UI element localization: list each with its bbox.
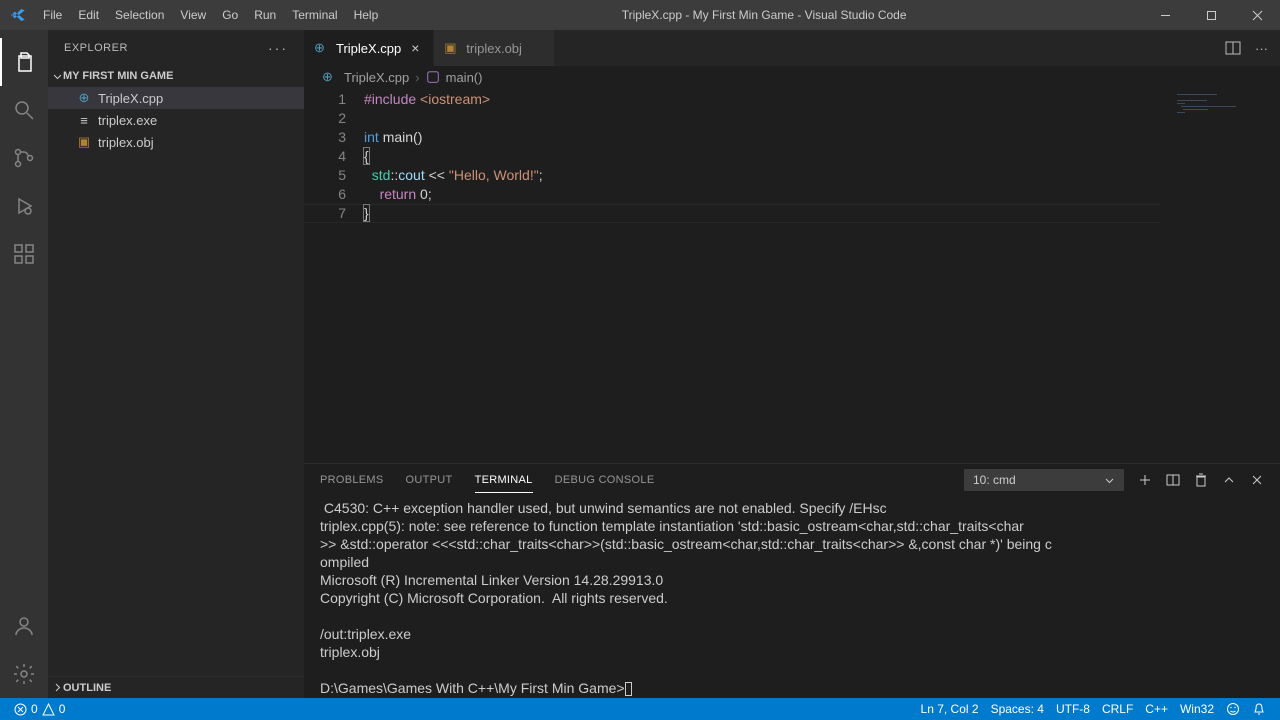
window-title: TripleX.cpp - My First Min Game - Visual… bbox=[386, 8, 1142, 22]
cpp-file-icon: ⊕ bbox=[314, 40, 330, 56]
explorer-more-icon[interactable]: ··· bbox=[268, 40, 288, 56]
panel-tab-debug[interactable]: DEBUG CONSOLE bbox=[555, 468, 655, 492]
panel-tab-problems[interactable]: PROBLEMS bbox=[320, 468, 384, 492]
tab-triplex-cpp[interactable]: ⊕ TripleX.cpp × bbox=[304, 30, 434, 66]
terminal-output: C4530: C++ exception handler used, but u… bbox=[320, 500, 1052, 696]
menu-run[interactable]: Run bbox=[246, 0, 284, 30]
status-target[interactable]: Win32 bbox=[1174, 698, 1220, 720]
outline-header[interactable]: OUTLINE bbox=[48, 676, 304, 698]
obj-file-icon: ▣ bbox=[444, 40, 460, 56]
chevron-down-icon bbox=[1104, 475, 1115, 486]
code-editor[interactable]: 1234567 #include <iostream> int main(){ … bbox=[304, 88, 1280, 463]
editor-actions: ··· bbox=[1225, 30, 1280, 66]
error-icon bbox=[14, 703, 27, 716]
panel-tab-terminal[interactable]: TERMINAL bbox=[475, 468, 533, 493]
run-debug-icon[interactable] bbox=[0, 182, 48, 230]
cpp-file-icon: ⊕ bbox=[76, 90, 92, 106]
vscode-logo-icon bbox=[0, 7, 35, 23]
breadcrumb[interactable]: ⊕ TripleX.cpp › main() bbox=[304, 66, 1280, 88]
extensions-icon[interactable] bbox=[0, 230, 48, 278]
minimize-button[interactable] bbox=[1142, 0, 1188, 30]
explorer-title: EXPLORER bbox=[64, 42, 128, 54]
obj-file-icon: ▣ bbox=[76, 134, 92, 150]
split-terminal-icon[interactable] bbox=[1166, 473, 1180, 487]
warning-icon bbox=[42, 703, 55, 716]
activity-bar bbox=[0, 30, 48, 698]
main-area: EXPLORER ··· MY FIRST MIN GAME ⊕ TripleX… bbox=[0, 30, 1280, 698]
kill-terminal-icon[interactable] bbox=[1194, 473, 1208, 487]
exe-file-icon: ≡ bbox=[76, 112, 92, 128]
settings-gear-icon[interactable] bbox=[0, 650, 48, 698]
file-label: TripleX.cpp bbox=[98, 91, 163, 106]
menu-terminal[interactable]: Terminal bbox=[284, 0, 345, 30]
file-item-exe[interactable]: ≡ triplex.exe bbox=[48, 109, 304, 131]
code-content[interactable]: #include <iostream> int main(){ std::cou… bbox=[364, 88, 1170, 463]
menu-edit[interactable]: Edit bbox=[70, 0, 107, 30]
close-window-button[interactable] bbox=[1234, 0, 1280, 30]
panel-tabs: PROBLEMS OUTPUT TERMINAL DEBUG CONSOLE 1… bbox=[304, 464, 1280, 496]
menu-view[interactable]: View bbox=[172, 0, 214, 30]
titlebar: File Edit Selection View Go Run Terminal… bbox=[0, 0, 1280, 30]
breadcrumb-symbol: main() bbox=[446, 70, 483, 85]
status-eol[interactable]: CRLF bbox=[1096, 698, 1139, 720]
file-item-obj[interactable]: ▣ triplex.obj bbox=[48, 131, 304, 153]
status-language[interactable]: C++ bbox=[1139, 698, 1174, 720]
status-bar: 0 0 Ln 7, Col 2 Spaces: 4 UTF-8 CRLF C++… bbox=[0, 698, 1280, 720]
menu-selection[interactable]: Selection bbox=[107, 0, 172, 30]
menu-help[interactable]: Help bbox=[346, 0, 387, 30]
outline-label: OUTLINE bbox=[63, 682, 111, 694]
line-gutter: 1234567 bbox=[304, 88, 364, 463]
new-terminal-icon[interactable] bbox=[1138, 473, 1152, 487]
explorer-icon[interactable] bbox=[0, 38, 48, 86]
file-item-cpp[interactable]: ⊕ TripleX.cpp bbox=[48, 87, 304, 109]
chevron-right-icon bbox=[52, 682, 63, 693]
maximize-button[interactable] bbox=[1188, 0, 1234, 30]
panel: PROBLEMS OUTPUT TERMINAL DEBUG CONSOLE 1… bbox=[304, 463, 1280, 698]
close-panel-icon[interactable] bbox=[1250, 473, 1264, 487]
chevron-down-icon bbox=[52, 71, 63, 82]
panel-tab-output[interactable]: OUTPUT bbox=[406, 468, 453, 492]
editor-tabs: ⊕ TripleX.cpp × ▣ triplex.obj × ··· bbox=[304, 30, 1280, 66]
editor-area: ⊕ TripleX.cpp × ▣ triplex.obj × ··· ⊕ Tr… bbox=[304, 30, 1280, 698]
function-icon bbox=[426, 70, 440, 84]
terminal-body[interactable]: C4530: C++ exception handler used, but u… bbox=[304, 496, 1280, 698]
terminal-cursor bbox=[625, 682, 632, 696]
window-controls bbox=[1142, 0, 1280, 30]
tab-label: TripleX.cpp bbox=[336, 41, 401, 56]
workspace-header[interactable]: MY FIRST MIN GAME bbox=[48, 65, 304, 87]
file-tree: ⊕ TripleX.cpp ≡ triplex.exe ▣ triplex.ob… bbox=[48, 87, 304, 676]
split-editor-icon[interactable] bbox=[1225, 40, 1241, 56]
close-tab-icon[interactable]: × bbox=[407, 40, 423, 56]
maximize-panel-icon[interactable] bbox=[1222, 473, 1236, 487]
tab-label: triplex.obj bbox=[466, 41, 522, 56]
status-indent[interactable]: Spaces: 4 bbox=[985, 698, 1050, 720]
search-icon[interactable] bbox=[0, 86, 48, 134]
menu-file[interactable]: File bbox=[35, 0, 70, 30]
menu-go[interactable]: Go bbox=[214, 0, 246, 30]
file-label: triplex.exe bbox=[98, 113, 157, 128]
accounts-icon[interactable] bbox=[0, 602, 48, 650]
minimap[interactable] bbox=[1170, 88, 1280, 463]
status-cursor-pos[interactable]: Ln 7, Col 2 bbox=[915, 698, 985, 720]
workspace-name: MY FIRST MIN GAME bbox=[63, 70, 173, 82]
terminal-selector[interactable]: 10: cmd bbox=[964, 469, 1124, 491]
breadcrumb-file: TripleX.cpp bbox=[344, 70, 409, 85]
terminal-selector-label: 10: cmd bbox=[973, 473, 1016, 487]
file-label: triplex.obj bbox=[98, 135, 154, 150]
status-bell-icon[interactable] bbox=[1246, 698, 1272, 720]
explorer-header: EXPLORER ··· bbox=[48, 30, 304, 65]
editor-more-icon[interactable]: ··· bbox=[1255, 41, 1268, 56]
tab-triplex-obj[interactable]: ▣ triplex.obj × bbox=[434, 30, 555, 66]
source-control-icon[interactable] bbox=[0, 134, 48, 182]
chevron-right-icon: › bbox=[415, 70, 419, 85]
sidebar: EXPLORER ··· MY FIRST MIN GAME ⊕ TripleX… bbox=[48, 30, 304, 698]
cpp-file-icon: ⊕ bbox=[322, 69, 338, 85]
status-errors[interactable]: 0 0 bbox=[8, 698, 71, 720]
menu-bar: File Edit Selection View Go Run Terminal… bbox=[35, 0, 386, 30]
status-encoding[interactable]: UTF-8 bbox=[1050, 698, 1096, 720]
status-feedback-icon[interactable] bbox=[1220, 698, 1246, 720]
